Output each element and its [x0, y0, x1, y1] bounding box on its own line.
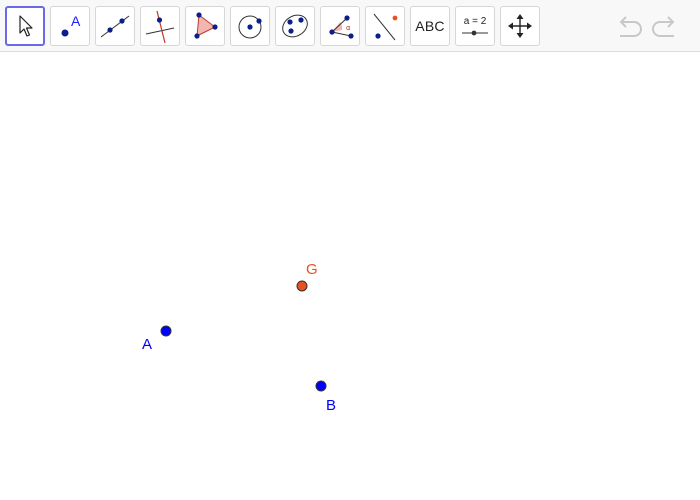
slider-icon — [462, 30, 488, 35]
point-a[interactable] — [160, 325, 172, 337]
point-g-label: G — [306, 261, 318, 278]
circle-tool-button[interactable] — [230, 6, 270, 46]
point-tool-button[interactable]: A — [50, 6, 90, 46]
point-icon: A — [61, 13, 81, 37]
graphics-view[interactable]: G A B — [0, 52, 700, 500]
move-arrows-icon — [508, 14, 532, 38]
line-icon — [100, 15, 130, 38]
perpendicular-line-tool-button[interactable] — [140, 6, 180, 46]
slider-tool-button[interactable]: a = 2 — [455, 6, 495, 46]
angle-tool-label: α — [346, 24, 351, 32]
text-tool-label: ABC — [415, 18, 445, 34]
reflect-tool-button[interactable] — [365, 6, 405, 46]
angle-tool-button[interactable]: α — [320, 6, 360, 46]
reflect-icon — [373, 13, 398, 41]
move-graphics-view-tool-button[interactable] — [500, 6, 540, 46]
polygon-tool-button[interactable] — [185, 6, 225, 46]
ellipse-icon — [282, 14, 308, 38]
point-tool-label: A — [71, 13, 81, 29]
graphics-canvas — [160, 280, 327, 392]
redo-button[interactable] — [650, 12, 680, 40]
point-b[interactable] — [315, 380, 327, 392]
slider-tool-label: a = 2 — [463, 15, 487, 27]
perpendicular-line-icon — [145, 10, 175, 43]
point-a-label: A — [142, 336, 153, 353]
angle-icon: α — [329, 15, 354, 39]
redo-icon — [652, 16, 675, 37]
point-b-label: B — [326, 397, 337, 414]
polygon-icon — [194, 12, 218, 39]
point-g[interactable] — [296, 280, 308, 292]
toolbar: A α ABC a = 2 — [0, 0, 700, 52]
move-tool-button[interactable] — [5, 6, 45, 46]
ellipse-tool-button[interactable] — [275, 6, 315, 46]
text-tool-button[interactable]: ABC — [410, 6, 450, 46]
undo-icon — [619, 16, 642, 37]
cursor-arrow-icon — [19, 15, 33, 37]
circle-center-icon — [238, 15, 262, 39]
line-tool-button[interactable] — [95, 6, 135, 46]
undo-button[interactable] — [614, 12, 644, 40]
